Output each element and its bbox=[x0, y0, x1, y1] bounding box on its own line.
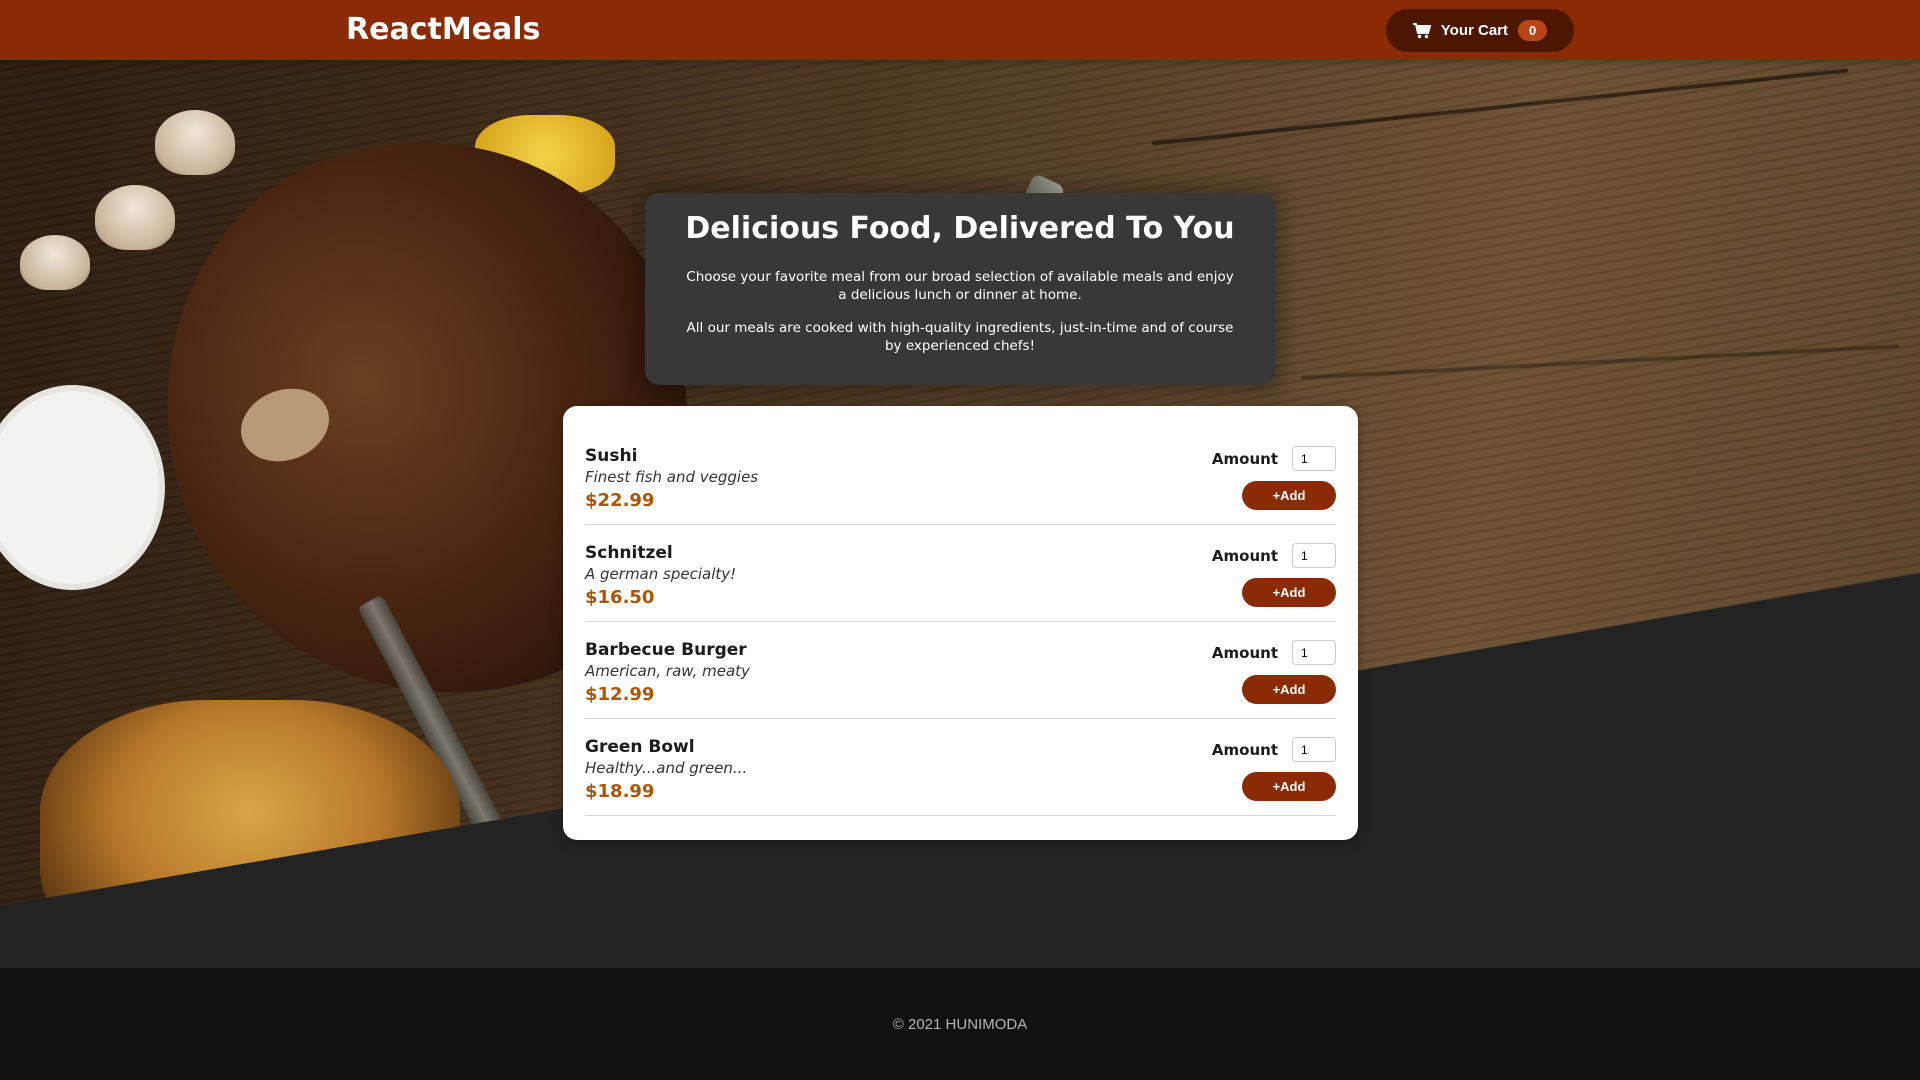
meal-description: A german specialty! bbox=[585, 565, 737, 583]
meal-price: $18.99 bbox=[585, 781, 655, 802]
mushroom-image bbox=[20, 235, 90, 290]
logo[interactable]: ReactMeals bbox=[346, 12, 540, 47]
potatoes-image bbox=[40, 700, 460, 906]
meal-description: Finest fish and veggies bbox=[585, 468, 759, 486]
wood-crack bbox=[1151, 68, 1849, 146]
footer: © 2021 HUNIMODA bbox=[0, 968, 1920, 1080]
header: ReactMeals Your Cart 0 bbox=[0, 0, 1920, 60]
amount-label: Amount bbox=[1211, 547, 1278, 565]
amount-label: Amount bbox=[1211, 741, 1278, 759]
summary-title: Delicious Food, Delivered To You bbox=[685, 211, 1235, 246]
add-button[interactable]: +Add bbox=[1242, 578, 1336, 607]
amount-label: Amount bbox=[1211, 450, 1278, 468]
meal-name: Barbecue Burger bbox=[585, 640, 747, 660]
mushroom-image bbox=[155, 110, 235, 175]
meal-description: American, raw, meaty bbox=[585, 662, 750, 680]
meal-name: Sushi bbox=[585, 446, 638, 466]
meal-item-sushi: Sushi Finest fish and veggies $22.99 Amo… bbox=[585, 428, 1336, 525]
meal-price: $22.99 bbox=[585, 490, 655, 511]
mushroom-image bbox=[95, 185, 175, 250]
meal-description: Healthy...and green... bbox=[585, 759, 748, 777]
sauce-plate-image bbox=[0, 385, 165, 590]
summary-card: Delicious Food, Delivered To You Choose … bbox=[645, 193, 1275, 385]
amount-input[interactable] bbox=[1292, 446, 1336, 471]
summary-paragraph: Choose your favorite meal from our broad… bbox=[686, 269, 1234, 303]
cart-button[interactable]: Your Cart 0 bbox=[1386, 9, 1574, 52]
amount-input[interactable] bbox=[1292, 543, 1336, 568]
page: ReactMeals Your Cart 0 Delicious Food, D… bbox=[0, 0, 1920, 1080]
meal-item-green-bowl: Green Bowl Healthy...and green... $18.99… bbox=[585, 719, 1336, 816]
wood-crack bbox=[1300, 344, 1900, 380]
meal-price: $16.50 bbox=[585, 587, 655, 608]
meal-item-barbecue-burger: Barbecue Burger American, raw, meaty $12… bbox=[585, 622, 1336, 719]
amount-input[interactable] bbox=[1292, 640, 1336, 665]
add-button[interactable]: +Add bbox=[1242, 481, 1336, 510]
add-button[interactable]: +Add bbox=[1242, 772, 1336, 801]
cart-label: Your Cart bbox=[1440, 22, 1508, 39]
meal-name: Green Bowl bbox=[585, 737, 695, 757]
summary-paragraph: All our meals are cooked with high-quali… bbox=[686, 320, 1234, 354]
add-button[interactable]: +Add bbox=[1242, 675, 1336, 704]
shopping-cart-icon bbox=[1412, 22, 1431, 39]
meal-name: Schnitzel bbox=[585, 543, 673, 563]
amount-input[interactable] bbox=[1292, 737, 1336, 762]
meal-price: $12.99 bbox=[585, 684, 655, 705]
cart-count-badge: 0 bbox=[1518, 20, 1548, 41]
meals-list-card: Sushi Finest fish and veggies $22.99 Amo… bbox=[563, 406, 1358, 840]
amount-label: Amount bbox=[1211, 644, 1278, 662]
copyright-text: © 2021 HUNIMODA bbox=[892, 1015, 1028, 1033]
meal-item-schnitzel: Schnitzel A german specialty! $16.50 Amo… bbox=[585, 525, 1336, 622]
